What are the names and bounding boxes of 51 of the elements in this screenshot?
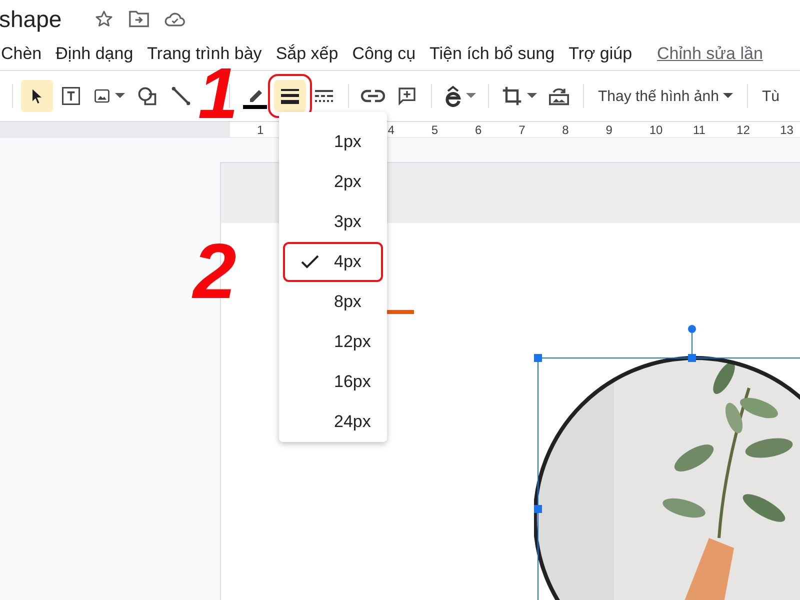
link-icon xyxy=(361,89,385,103)
menu-option[interactable]: 16px xyxy=(283,362,383,402)
border-weight-button[interactable] xyxy=(274,80,306,112)
ruler-number: 4 xyxy=(388,122,396,136)
menu-item[interactable]: Trợ giúp xyxy=(562,44,640,64)
menu-option[interactable]: 12px xyxy=(283,322,383,362)
menu-option[interactable]: 2px xyxy=(283,162,383,202)
line-weight-icon xyxy=(280,87,300,105)
caret-icon xyxy=(115,93,125,99)
add-comment-icon xyxy=(397,86,417,106)
toolbar-button[interactable]: Tù xyxy=(756,80,788,112)
star-icon[interactable] xyxy=(94,9,114,29)
replace-image-dropdown[interactable]: Thay thế hình ảnh xyxy=(592,80,739,112)
ruler-number: 1 xyxy=(257,122,265,136)
annotation-number: 2 xyxy=(193,232,236,310)
menu-option[interactable]: 4px xyxy=(283,242,383,282)
ruler-number: 10 xyxy=(649,122,664,136)
reset-image-icon xyxy=(548,86,570,106)
last-edit-link[interactable]: Chỉnh sửa lần xyxy=(657,44,763,64)
menu-option[interactable]: 24px xyxy=(283,402,383,442)
shapes-icon xyxy=(136,85,158,107)
ruler-number: 12 xyxy=(736,122,751,136)
menu-item[interactable]: Tiện ích bổ sung xyxy=(422,44,562,64)
caret-icon xyxy=(466,93,476,99)
ruler-number: 7 xyxy=(518,122,526,136)
checkmark-icon xyxy=(301,255,319,269)
ruler-number: 5 xyxy=(431,122,440,136)
document-title[interactable]: shape xyxy=(0,6,62,32)
dashed-lines-icon xyxy=(314,88,334,104)
caret-icon xyxy=(527,93,537,99)
caret-icon xyxy=(722,93,733,99)
text-box-icon xyxy=(60,85,82,107)
move-to-folder-icon[interactable] xyxy=(128,9,150,29)
ruler-number: 9 xyxy=(606,122,614,136)
ruler-number: 13 xyxy=(780,122,794,136)
menu-option[interactable]: 3px xyxy=(283,202,383,242)
menu-item[interactable]: Sắp xếp xyxy=(268,44,346,64)
menu-option[interactable]: 1px xyxy=(283,122,383,162)
ruler-number: 8 xyxy=(562,122,570,136)
select-tool-button[interactable] xyxy=(21,80,53,112)
accent-e-icon xyxy=(444,85,462,107)
ruler-number: 6 xyxy=(474,122,483,136)
menu-item[interactable]: Định dạng xyxy=(48,44,140,64)
crop-icon xyxy=(501,85,523,107)
image-icon xyxy=(93,87,111,105)
cloud-saved-icon[interactable] xyxy=(164,10,186,28)
menu-item[interactable]: Công cụ xyxy=(345,44,423,64)
menu-option[interactable]: 8px xyxy=(283,282,383,322)
ruler-number: 11 xyxy=(692,122,706,136)
line-icon xyxy=(170,85,192,107)
menu-item[interactable]: Chèn xyxy=(1,44,49,64)
